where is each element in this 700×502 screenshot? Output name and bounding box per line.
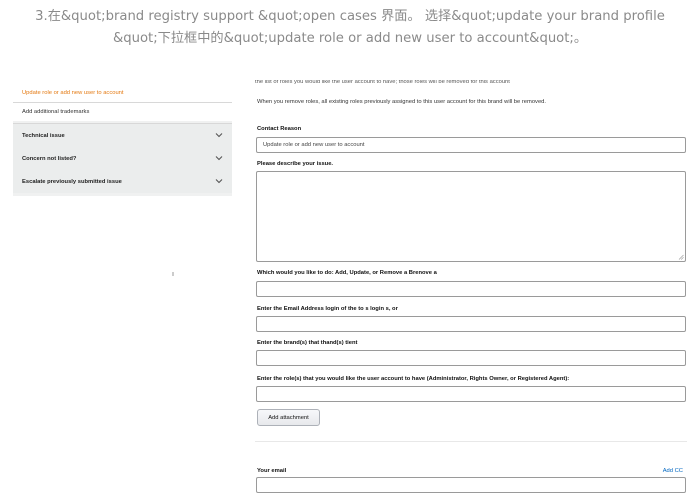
role-input[interactable] — [256, 386, 686, 402]
instruction-caption: 3.在&quot;brand registry support &quot;op… — [0, 6, 700, 50]
sidebar-item-concern-not-listed[interactable]: Concern not listed? — [13, 147, 232, 170]
resize-grip-icon[interactable] — [678, 254, 684, 260]
role-question-label: Enter the role(s) that you would like th… — [257, 376, 570, 382]
brand-input[interactable] — [256, 350, 686, 366]
add-cc-link[interactable]: Add CC — [663, 468, 683, 474]
sidebar-item-update-role[interactable]: Update role or add new user to account — [13, 84, 232, 102]
remove-roles-note: When you remove roles, all existing role… — [257, 99, 547, 105]
action-question-label: Which would you like to do: Add, Update,… — [257, 270, 437, 276]
describe-issue-label: Please describe your issue. — [257, 161, 334, 167]
describe-issue-textarea[interactable] — [256, 171, 686, 262]
section-divider — [255, 441, 687, 442]
your-email-input[interactable] — [256, 477, 686, 493]
sidebar-item-label: Escalate previously submitted issue — [22, 178, 122, 185]
caption-line-2: &quot;下拉框中的&quot;update role or add new … — [112, 31, 588, 46]
issue-sidebar: Update role or add new user to account A… — [13, 84, 232, 196]
email-login-input[interactable] — [256, 316, 686, 332]
add-attachment-label: Add attachment — [268, 414, 309, 421]
sidebar-item-escalate-issue[interactable]: Escalate previously submitted issue — [13, 170, 232, 193]
email-login-question-label: Enter the Email Address login of the to … — [257, 306, 398, 312]
sidebar-item-technical-issue[interactable]: Technical issue — [13, 124, 232, 147]
sidebar-item-label: Update role or add new user to account — [22, 90, 124, 96]
contact-reason-field[interactable]: Update role or add new user to account — [256, 137, 686, 153]
chevron-down-icon — [215, 133, 223, 138]
truncated-instruction-text: the list of roles you would like the use… — [255, 80, 510, 85]
case-form: the list of roles you would like the use… — [255, 76, 687, 502]
sidebar-item-add-trademarks[interactable]: Add additional trademarks — [13, 103, 232, 121]
brand-question-label: Enter the brand(s) that thand(s) tient — [257, 340, 358, 346]
chevron-down-icon — [215, 179, 223, 184]
caption-line-1: 3.在&quot;brand registry support &quot;op… — [35, 9, 665, 24]
your-email-label: Your email — [257, 468, 287, 474]
sidebar-item-label: Add additional trademarks — [22, 109, 90, 115]
action-input[interactable] — [256, 281, 686, 297]
contact-reason-label: Contact Reason — [257, 126, 302, 132]
add-attachment-button[interactable]: Add attachment — [257, 409, 320, 426]
artifact-mark — [172, 272, 174, 276]
sidebar-item-label: Concern not listed? — [22, 155, 77, 162]
sidebar-item-label: Technical issue — [22, 132, 65, 139]
chevron-down-icon — [215, 156, 223, 161]
